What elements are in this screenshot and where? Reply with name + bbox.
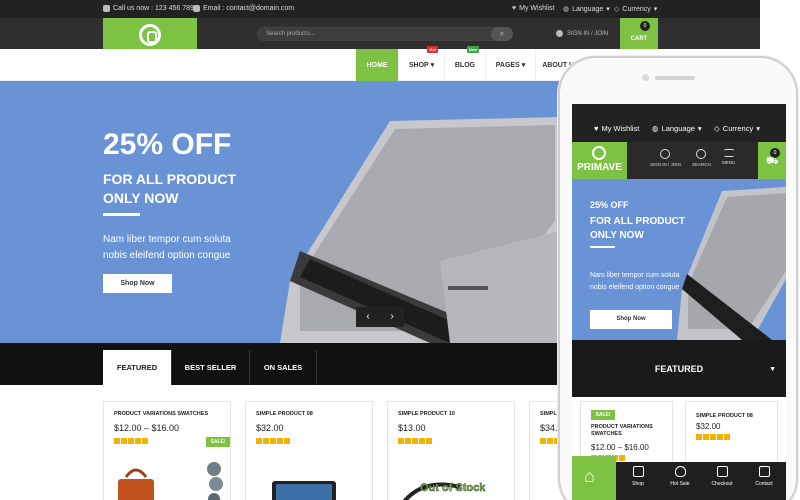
chevron-left-icon[interactable]: ‹	[356, 307, 380, 327]
phone-icon	[103, 5, 110, 12]
hero-headline: FOR ALL PRODUCT ONLY NOW	[103, 171, 236, 206]
wishlist-link[interactable]: ♥ My Wishlist	[512, 5, 555, 12]
nav-blog[interactable]: BLOG New	[444, 46, 485, 81]
nav-pages[interactable]: PAGES ▾	[485, 49, 535, 81]
phone-info: Call us now : 123 456 789	[103, 5, 194, 12]
chevron-down-icon: ▾	[606, 6, 610, 13]
cart-count-badge: 0	[640, 21, 650, 31]
chevron-down-icon: ▾	[697, 124, 702, 133]
globe-icon: ◍	[652, 124, 659, 133]
flame-icon	[674, 466, 686, 477]
heart-icon: ♥	[594, 124, 599, 133]
handbag-image	[118, 462, 223, 500]
tab-best-seller[interactable]: BEST SELLER	[172, 350, 250, 385]
tablet-image	[272, 481, 336, 500]
mobile-featured-dropdown[interactable]: FEATURED ▼	[572, 340, 786, 397]
top-bar: Call us now : 123 456 789 Email : contac…	[0, 0, 760, 18]
mobile-nav-hot-sale[interactable]: Hot Sale	[660, 466, 700, 487]
bag-icon	[632, 466, 644, 477]
mobile-home-button[interactable]: ⌂	[572, 456, 616, 500]
out-of-stock-label: Out of Stock	[420, 482, 486, 494]
hero-divider	[103, 213, 140, 216]
mobile-hero-discount: 25% OFF	[590, 200, 629, 210]
mobile-top-bar: ♥ My Wishlist ◍ Language ▾ ◇ Currency ▾	[572, 104, 786, 142]
product-card[interactable]: SIMPLE PRODUCT 10 $13.00 Out of Stock	[387, 401, 515, 500]
chevron-down-icon: ▾	[756, 124, 760, 133]
hero-subtext: Nam liber tempor cum soluta nobis eleife…	[103, 234, 231, 261]
mobile-hero-subtext: Nam liber tempor cum soluta nobis eleife…	[590, 272, 680, 291]
nav-home[interactable]: HOME	[355, 49, 398, 81]
language-select[interactable]: ◍ Language ▾	[563, 5, 610, 14]
mobile-language-select[interactable]: ◍ Language ▾	[652, 124, 702, 133]
mobile-shop-now-button[interactable]: Shop Now	[590, 310, 672, 329]
chevron-down-icon: ▾	[653, 6, 658, 13]
slider-arrows: ‹ ›	[356, 307, 404, 327]
mobile-nav-shop[interactable]: Shop	[618, 466, 658, 487]
logo-mark-icon	[139, 24, 161, 46]
currency-select[interactable]: ◇ Currency ▾	[614, 5, 658, 14]
rating-stars	[256, 438, 290, 444]
nav-shop[interactable]: SHOP ▾ Hot	[398, 46, 444, 81]
email-info[interactable]: Email : contact@domain.com	[193, 5, 294, 12]
mobile-menu[interactable]: MENU	[722, 149, 735, 165]
product-card[interactable]: SIMPLE PRODUCT 08 $32.00	[245, 401, 373, 500]
mobile-screen: ♥ My Wishlist ◍ Language ▾ ◇ Currency ▾ …	[572, 104, 786, 500]
mobile-hero-divider	[590, 246, 615, 248]
hot-tag: Hot	[427, 46, 438, 53]
cart-icon: ⛟	[766, 156, 779, 167]
chevron-down-icon: ▼	[769, 366, 776, 373]
tab-on-sales[interactable]: ON SALES	[250, 350, 317, 385]
wallet-icon	[716, 466, 728, 477]
phone-speaker	[655, 76, 695, 80]
screenshot: Call us now : 123 456 789 Email : contac…	[0, 0, 800, 500]
user-icon	[556, 30, 563, 37]
mail-icon	[193, 5, 200, 12]
tab-featured[interactable]: FEATURED	[103, 350, 172, 385]
globe-icon: ◍	[563, 6, 570, 13]
chevron-down-icon: ▾	[521, 62, 526, 69]
logo-mark-icon	[592, 146, 606, 160]
diamond-icon: ◇	[614, 6, 620, 13]
search-icon[interactable]: ⌕	[491, 27, 513, 41]
shop-now-button[interactable]: Shop Now	[103, 274, 172, 293]
phone-camera	[642, 74, 649, 81]
search-input[interactable]: Search products...	[257, 27, 513, 41]
chevron-right-icon[interactable]: ›	[380, 307, 404, 327]
rating-stars	[398, 438, 432, 444]
mobile-currency-select[interactable]: ◇ Currency ▾	[714, 124, 760, 133]
mobile-search[interactable]: SEARCH	[692, 149, 711, 167]
product-card[interactable]: PRODUCT VARIATIONS SWATCHES $12.00 – $16…	[103, 401, 231, 500]
mobile-logo[interactable]: PRIMAVE	[572, 142, 627, 179]
sale-badge: SALE!	[206, 437, 230, 447]
search-icon	[696, 149, 707, 159]
sale-badge: SALE!	[591, 410, 615, 420]
user-icon	[660, 149, 671, 159]
rating-stars	[696, 434, 730, 440]
rating-stars	[114, 438, 148, 444]
mobile-cart-count: 0	[770, 148, 780, 158]
new-tag: New	[466, 46, 479, 53]
mobile-signin[interactable]: SIGN IN / JOIN	[650, 149, 681, 167]
heart-icon: ♥	[512, 5, 517, 12]
mail-icon	[758, 466, 770, 477]
cart-button[interactable]: CART	[620, 18, 658, 49]
mobile-hero-headline: FOR ALL PRODUCT ONLY NOW	[590, 216, 685, 241]
hamburger-icon	[723, 149, 734, 157]
home-icon: ⌂	[584, 466, 595, 486]
diamond-icon: ◇	[714, 124, 720, 133]
chevron-down-icon: ▾	[430, 62, 435, 69]
mobile-wishlist-link[interactable]: ♥ My Wishlist	[594, 124, 639, 133]
hero-discount: 25% OFF	[103, 128, 232, 161]
signin-link[interactable]: SIGN IN / JOIN	[556, 30, 608, 37]
mobile-nav-contact[interactable]: Contact	[744, 466, 784, 487]
mobile-nav-checkout[interactable]: Checkout	[702, 466, 742, 487]
